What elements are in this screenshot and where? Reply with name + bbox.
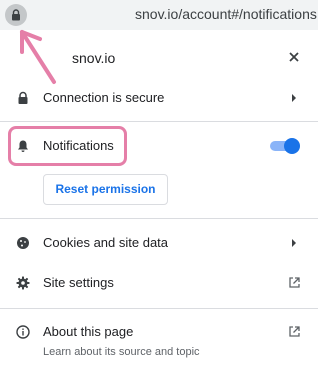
about-sublabel: Learn about its source and topic — [43, 346, 200, 358]
reset-permission-button[interactable]: Reset permission — [43, 174, 168, 205]
close-button[interactable] — [284, 47, 304, 67]
site-settings-row[interactable]: Site settings — [0, 268, 318, 298]
cookies-label: Cookies and site data — [43, 235, 169, 250]
external-link-icon — [289, 326, 300, 337]
cookie-icon — [17, 237, 29, 249]
divider — [0, 218, 318, 219]
chevron-right-icon — [292, 239, 296, 247]
url-text[interactable]: snov.io/account#/notifications — [135, 6, 317, 22]
divider — [0, 308, 318, 309]
annotation-highlight-box — [8, 126, 127, 166]
lock-icon — [18, 91, 28, 104]
divider — [0, 121, 318, 122]
notifications-toggle[interactable] — [268, 138, 300, 154]
close-icon — [289, 52, 299, 62]
about-page-row[interactable]: About this page — [0, 317, 318, 347]
external-link-icon — [289, 277, 300, 288]
about-label: About this page — [43, 324, 134, 339]
connection-secure-row[interactable]: Connection is secure — [0, 83, 318, 113]
gear-icon — [16, 276, 30, 290]
info-icon — [16, 325, 30, 339]
connection-label: Connection is secure — [43, 90, 165, 105]
cookies-row[interactable]: Cookies and site data — [0, 228, 318, 258]
toggle-thumb — [284, 138, 300, 154]
chevron-right-icon — [292, 94, 296, 102]
popup-title: snov.io — [72, 50, 116, 66]
site-settings-label: Site settings — [43, 275, 114, 290]
